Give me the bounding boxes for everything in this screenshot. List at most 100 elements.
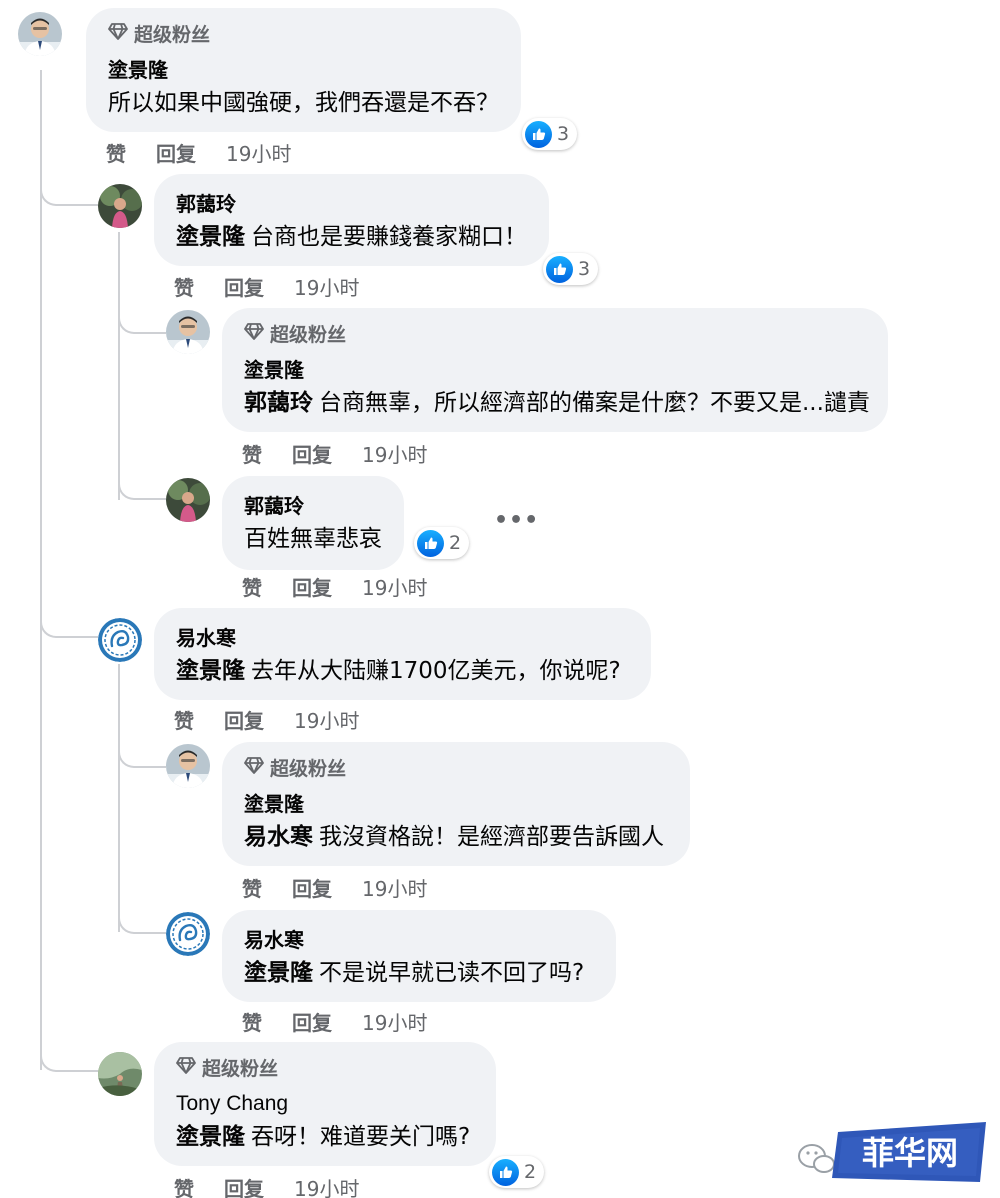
- reaction-count[interactable]: 3: [543, 253, 599, 285]
- mention-link[interactable]: 塗景隆: [176, 224, 245, 250]
- comment-actions: 赞 回复 19小时: [242, 438, 427, 468]
- more-options-icon[interactable]: •••: [494, 508, 539, 533]
- avatar[interactable]: [98, 618, 142, 662]
- comment-actions: 赞 回复 19小时: [174, 271, 359, 301]
- timestamp[interactable]: 19小时: [362, 1007, 427, 1036]
- reply-button[interactable]: 回复: [292, 439, 332, 468]
- avatar[interactable]: [98, 1052, 142, 1096]
- comment-text: 郭藹玲 台商無辜，所以經濟部的備案是什麼？不要又是...譴責: [244, 390, 870, 416]
- thread-curve: [118, 742, 166, 768]
- comment-author[interactable]: Tony Chang: [176, 1090, 470, 1118]
- like-button[interactable]: 赞: [242, 572, 262, 601]
- wechat-icon: [798, 1144, 835, 1173]
- comment-bubble: 超级粉丝 塗景隆 易水寒 我沒資格說！是經濟部要告訴國人: [222, 742, 690, 866]
- comment-actions: 赞 回复 19小时: [174, 1172, 359, 1198]
- timestamp[interactable]: 19小时: [294, 1173, 359, 1198]
- comment-author[interactable]: 郭藹玲: [244, 492, 382, 520]
- like-icon: [546, 255, 573, 283]
- thread-curve: [40, 1046, 98, 1072]
- reply-button[interactable]: 回复: [224, 1173, 264, 1198]
- comment-text: 塗景隆 去年从大陆赚1700亿美元，你说呢?: [176, 658, 621, 684]
- like-icon: [525, 120, 552, 148]
- comment-author[interactable]: 塗景隆: [108, 56, 499, 84]
- comment-text: 易水寒 我沒資格說！是經濟部要告訴國人: [244, 824, 664, 850]
- comment-bubble: 易水寒 塗景隆 去年从大陆赚1700亿美元，你说呢?: [154, 608, 651, 700]
- mention-link[interactable]: 塗景隆: [244, 960, 313, 986]
- comment-actions: 赞 回复 19小时: [242, 1006, 427, 1036]
- thread-line-main: [40, 70, 42, 1070]
- like-button[interactable]: 赞: [174, 272, 194, 301]
- comment-actions: 赞 回复 19小时: [106, 137, 291, 167]
- comment-actions: 赞 回复 19小时: [174, 704, 359, 734]
- timestamp[interactable]: 19小时: [362, 439, 427, 468]
- like-button[interactable]: 赞: [174, 1173, 194, 1198]
- reply-button[interactable]: 回复: [292, 572, 332, 601]
- comment-bubble: 超级粉丝 塗景隆 所以如果中國強硬，我們吞還是不吞？: [86, 8, 521, 132]
- reaction-count[interactable]: 3: [522, 118, 578, 150]
- comment-text: 百姓無辜悲哀: [244, 526, 382, 552]
- like-button[interactable]: 赞: [174, 705, 194, 734]
- avatar[interactable]: [98, 184, 142, 228]
- thread-curve: [118, 474, 166, 500]
- comment-text: 塗景隆 台商也是要賺錢養家糊口！: [176, 224, 527, 250]
- reply-button[interactable]: 回复: [292, 1007, 332, 1036]
- comment-bubble: 易水寒 塗景隆 不是说早就已读不回了吗?: [222, 910, 617, 1002]
- comment-actions: 赞 回复 19小时: [242, 872, 427, 902]
- comment-text: 塗景隆 不是说早就已读不回了吗?: [244, 960, 585, 986]
- thread-curve: [118, 308, 166, 334]
- mention-link[interactable]: 塗景隆: [176, 658, 245, 684]
- top-fan-badge: 超级粉丝: [244, 320, 870, 346]
- thread-line-sub: [118, 232, 120, 500]
- like-icon: [417, 529, 444, 557]
- reply-button[interactable]: 回复: [156, 138, 196, 167]
- thread-curve: [40, 180, 98, 206]
- timestamp[interactable]: 19小时: [294, 705, 359, 734]
- timestamp[interactable]: 19小时: [362, 873, 427, 902]
- comment-bubble: 郭藹玲 百姓無辜悲哀: [222, 476, 404, 570]
- mention-link[interactable]: 郭藹玲: [244, 390, 313, 416]
- thread-line-sub: [118, 664, 120, 932]
- top-fan-badge: 超级粉丝: [176, 1054, 470, 1080]
- avatar[interactable]: [166, 310, 210, 354]
- comment-author[interactable]: 塗景隆: [244, 356, 870, 384]
- diamond-icon: [176, 1055, 196, 1080]
- diamond-icon: [244, 755, 264, 780]
- comment-author[interactable]: 塗景隆: [244, 790, 664, 818]
- svg-text:菲华网: 菲华网: [862, 1134, 958, 1172]
- comment-author[interactable]: 郭藹玲: [176, 190, 527, 218]
- avatar[interactable]: [166, 478, 210, 522]
- avatar[interactable]: [166, 912, 210, 956]
- reply-button[interactable]: 回复: [224, 272, 264, 301]
- diamond-icon: [108, 21, 128, 46]
- comment-text: 塗景隆 吞呀！难道要关门嗎?: [176, 1124, 471, 1150]
- mention-link[interactable]: 塗景隆: [176, 1124, 245, 1150]
- thread-curve: [40, 612, 98, 638]
- like-button[interactable]: 赞: [242, 439, 262, 468]
- reaction-count[interactable]: 2: [414, 527, 470, 559]
- mention-link[interactable]: 易水寒: [244, 824, 313, 850]
- thread-curve: [118, 908, 166, 934]
- like-button[interactable]: 赞: [106, 138, 126, 167]
- avatar[interactable]: [18, 12, 62, 56]
- comment-bubble: 超级粉丝 塗景隆 郭藹玲 台商無辜，所以經濟部的備案是什麼？不要又是...譴責: [222, 308, 888, 432]
- comment-author[interactable]: 易水寒: [176, 624, 621, 652]
- timestamp[interactable]: 19小时: [362, 572, 427, 601]
- comment-author[interactable]: 易水寒: [244, 926, 584, 954]
- comment-bubble: 超级粉丝 Tony Chang 塗景隆 吞呀！难道要关门嗎?: [154, 1042, 497, 1166]
- reaction-count[interactable]: 2: [489, 1156, 545, 1188]
- comment-bubble: 郭藹玲 塗景隆 台商也是要賺錢養家糊口！: [154, 174, 549, 266]
- reply-button[interactable]: 回复: [292, 873, 332, 902]
- comment-actions: 赞 回复 19小时: [242, 571, 427, 601]
- like-icon: [492, 1158, 519, 1186]
- timestamp[interactable]: 19小时: [294, 272, 359, 301]
- timestamp[interactable]: 19小时: [226, 138, 291, 167]
- comment-text: 所以如果中國強硬，我們吞還是不吞？: [108, 90, 499, 116]
- like-button[interactable]: 赞: [242, 873, 262, 902]
- like-button[interactable]: 赞: [242, 1007, 262, 1036]
- reply-button[interactable]: 回复: [224, 705, 264, 734]
- top-fan-badge: 超级粉丝: [108, 20, 499, 46]
- watermark-logo: 菲华网: [790, 1118, 990, 1188]
- avatar[interactable]: [166, 744, 210, 788]
- diamond-icon: [244, 321, 264, 346]
- top-fan-badge: 超级粉丝: [244, 754, 664, 780]
